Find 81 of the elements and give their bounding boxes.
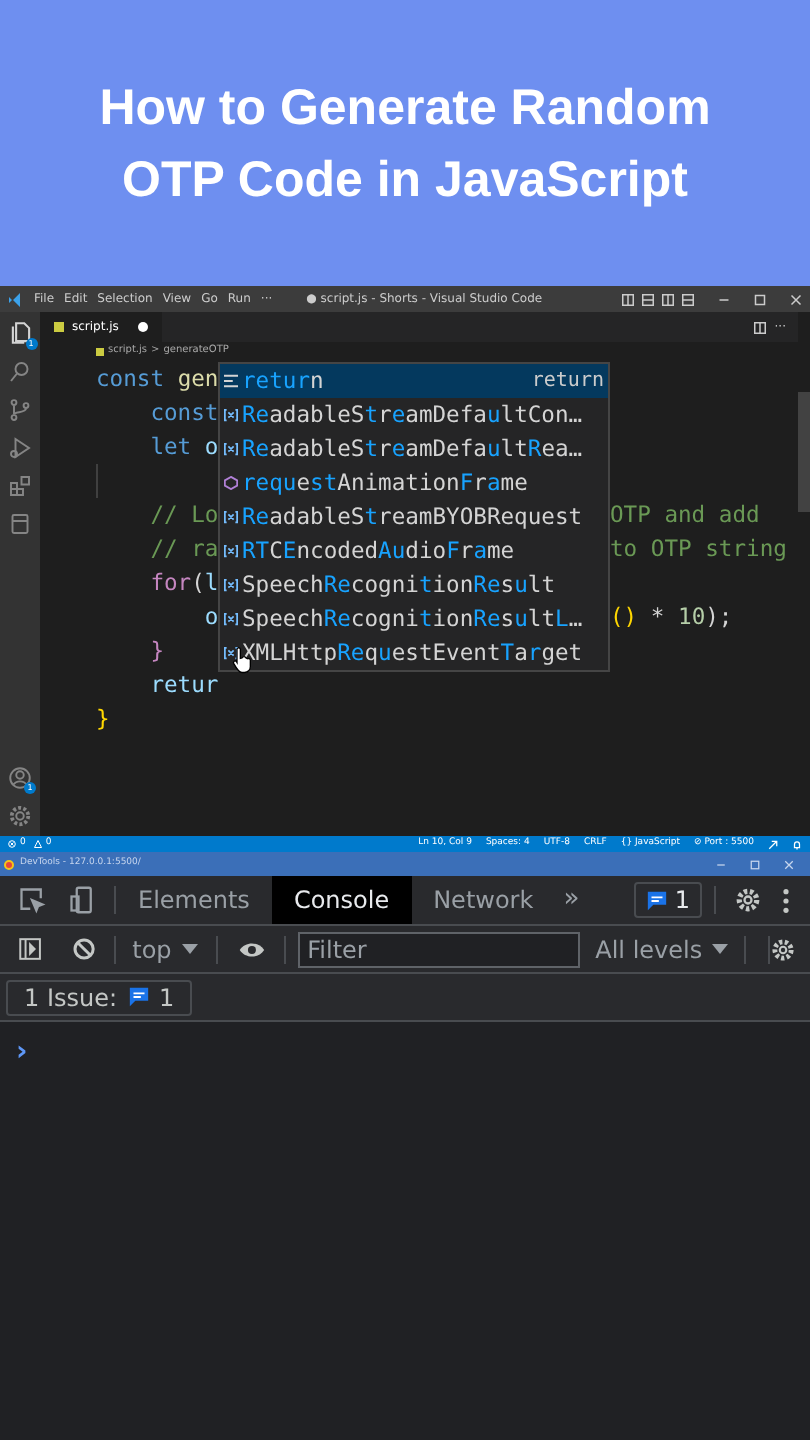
suggestion-item[interactable]: ReadableStreamDefaultCon… [220, 398, 608, 432]
code-line: } [96, 704, 110, 736]
error-icon [8, 840, 16, 848]
kebab-menu-icon[interactable] [782, 887, 790, 913]
cube-icon [224, 476, 238, 490]
layout-icon[interactable] [642, 293, 654, 305]
files-icon[interactable] [7, 320, 33, 346]
message-icon [646, 889, 669, 911]
suggestion-item[interactable]: RTCEncodedAudioFrame [220, 534, 608, 568]
keyword-icon [224, 374, 238, 388]
code-line: let o [148, 432, 219, 464]
variable-icon [224, 408, 238, 422]
run-debug-icon[interactable] [8, 436, 32, 460]
sidebar-toggle-icon[interactable] [18, 936, 43, 962]
warning-icon [33, 840, 42, 848]
js-file-icon [54, 322, 64, 332]
settings-icon[interactable] [734, 886, 762, 914]
suggestion-item[interactable]: XMLHttpRequestEventTarget [220, 636, 608, 670]
maximize-icon[interactable] [750, 859, 760, 869]
settings-icon[interactable] [769, 935, 797, 963]
devtools-tab[interactable]: Elements [116, 876, 272, 924]
more-tabs-button[interactable]: » [555, 880, 588, 920]
clear-console-icon[interactable] [72, 936, 97, 962]
browser-logo-icon [4, 859, 14, 869]
issues-button[interactable]: 1 [634, 882, 702, 918]
code-line: const [148, 398, 219, 430]
database-icon[interactable] [8, 512, 32, 536]
broadcast-icon[interactable] [768, 839, 778, 849]
minimize-icon[interactable] [718, 293, 730, 305]
caret-icon [712, 944, 729, 954]
devtools-tab[interactable]: Console [271, 876, 412, 924]
devtools-tab[interactable]: Network [411, 876, 556, 924]
layout-icon[interactable] [662, 293, 674, 305]
code-line: const gen [96, 364, 219, 396]
variable-icon [224, 544, 238, 558]
search-icon[interactable] [8, 360, 32, 384]
suggestion-item[interactable]: ReadableStreamBYOBRequest [220, 500, 608, 534]
context-dropdown[interactable]: top [132, 931, 198, 967]
log-levels-dropdown[interactable]: All levels [595, 931, 729, 967]
variable-icon [224, 646, 238, 660]
maximize-icon[interactable] [754, 293, 766, 305]
suggestion-item[interactable]: SpeechRecognitionResult [220, 568, 608, 602]
code-line: for(l [148, 568, 219, 600]
variable-icon [224, 578, 238, 592]
code-fragment: to OTP string [610, 534, 787, 566]
code-fragment: () * 10); [610, 602, 733, 634]
variable-icon [224, 612, 238, 626]
code-line: // ra [148, 534, 219, 566]
indent-guide [96, 464, 98, 498]
app-logo-icon [8, 291, 24, 307]
bell-icon[interactable] [792, 839, 802, 849]
variable-icon [224, 510, 238, 524]
suggestion-item[interactable]: requestAnimationFrame [220, 466, 608, 500]
js-file-icon [96, 348, 104, 356]
issues-link[interactable]: 1 Issue: 1 [6, 979, 193, 1015]
filter-field[interactable]: Filter [297, 931, 580, 967]
inspect-icon[interactable] [18, 886, 46, 914]
suggestion-item[interactable]: SpeechRecognitionResultL… [220, 602, 608, 636]
message-icon [127, 986, 150, 1008]
code-line: retur [148, 670, 219, 702]
close-icon[interactable] [790, 293, 802, 305]
code-line: } [148, 636, 165, 668]
branch-icon[interactable] [8, 398, 32, 422]
console-prompt[interactable]: › [16, 1036, 28, 1068]
eye-icon[interactable] [237, 939, 266, 959]
settings-icon[interactable] [8, 804, 32, 828]
extensions-icon[interactable] [8, 474, 32, 498]
device-icon[interactable] [68, 886, 96, 914]
layout-icon[interactable] [622, 293, 634, 305]
account-icon[interactable] [8, 766, 32, 790]
layout-icon[interactable] [682, 293, 694, 305]
suggestion-item[interactable]: return return [220, 364, 608, 398]
suggestion-item[interactable]: ReadableStreamDefaultRea… [220, 432, 608, 466]
code-fragment: OTP and add [610, 500, 760, 532]
banner-title: How to Generate Random OTP Code in JavaScript [97, 77, 713, 211]
split-editor-icon[interactable] [754, 321, 767, 333]
close-icon[interactable] [784, 859, 794, 869]
variable-icon [224, 442, 238, 456]
code-line: // Lo [148, 500, 219, 532]
caret-icon [181, 944, 198, 954]
code-line: o [202, 602, 219, 634]
